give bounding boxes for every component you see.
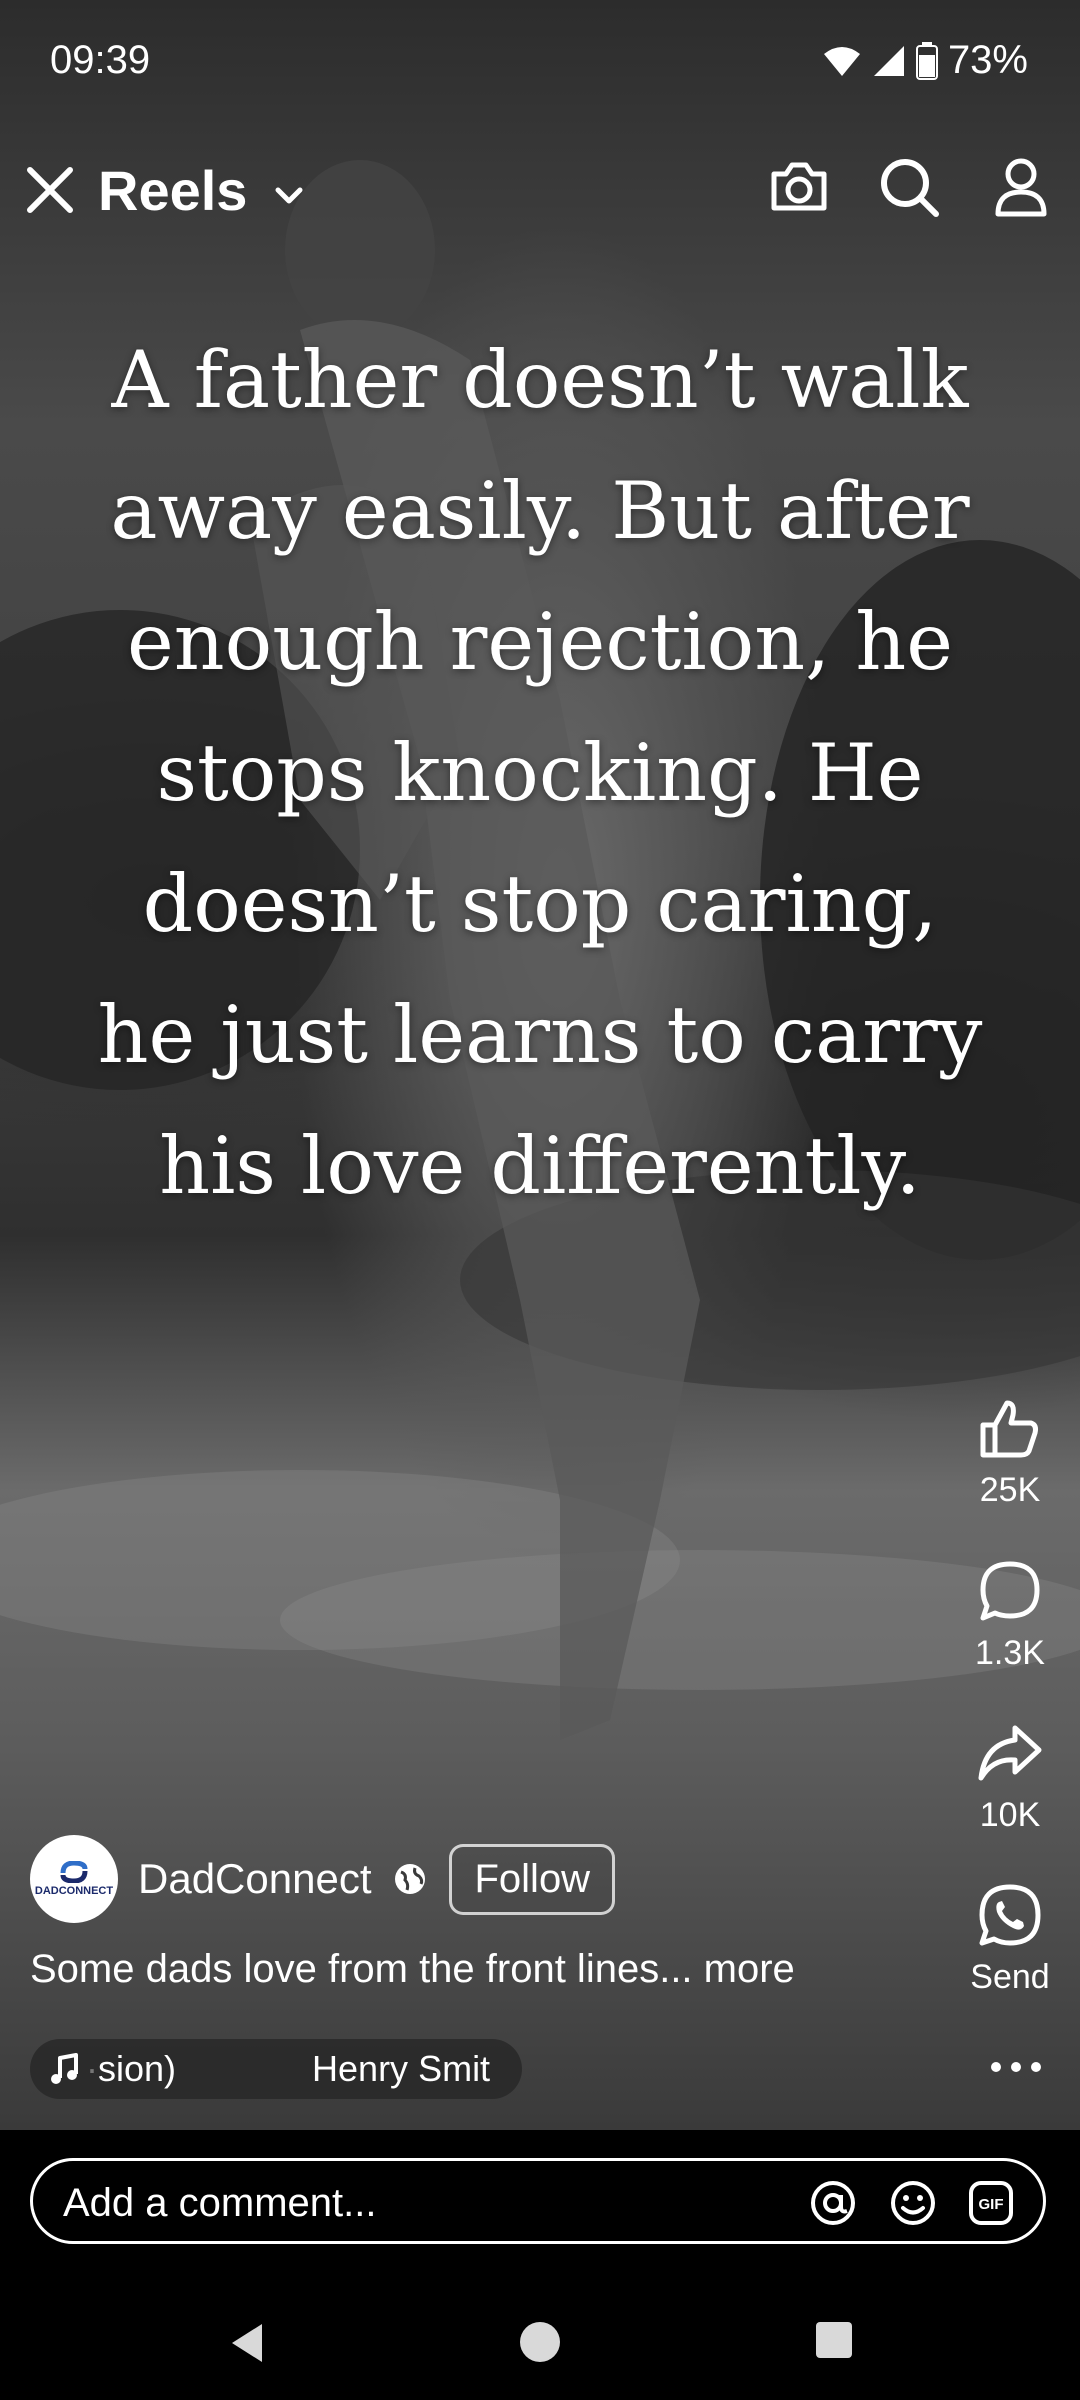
whatsapp-icon — [979, 1884, 1041, 1946]
comment-placeholder: Add a comment... — [63, 2181, 377, 2225]
author-name[interactable]: DadConnect — [138, 1855, 371, 1903]
reel-quote-text: A father doesn’t walk away easily. But a… — [40, 315, 1040, 1232]
author-row: DADCONNECT DadConnect Follow — [30, 1834, 616, 1924]
send-button[interactable]: Send — [950, 1882, 1070, 1997]
music-text-b: Henry Smit — [312, 2048, 491, 2089]
search-icon[interactable] — [876, 154, 942, 220]
comment-icon — [980, 1561, 1040, 1621]
reels-title[interactable]: Reels — [98, 158, 247, 223]
avatar-text: DADCONNECT — [34, 1885, 114, 1897]
more-options-icon[interactable] — [988, 2055, 1044, 2079]
camera-icon[interactable] — [766, 154, 832, 220]
system-nav-bar — [0, 2290, 1080, 2400]
chevron-down-icon[interactable] — [272, 178, 306, 212]
reel-caption[interactable]: Some dads love from the front lines... m… — [30, 1947, 795, 1992]
close-icon[interactable] — [24, 164, 76, 216]
gif-icon[interactable]: GIF — [967, 2179, 1015, 2227]
battery-percent: 73% — [947, 38, 1028, 82]
signal-icon — [873, 45, 904, 76]
music-title: ·sion) Henry Smit — [86, 2048, 491, 2089]
music-pill[interactable]: ·sion) Henry Smit — [30, 2039, 522, 2099]
emoji-icon[interactable] — [889, 2179, 937, 2227]
comment-button[interactable]: 1.3K — [950, 1558, 1070, 1673]
avatar[interactable]: DADCONNECT — [30, 1835, 118, 1923]
quote-line: doesn’t stop caring, — [142, 858, 938, 950]
status-time: 09:39 — [50, 38, 151, 82]
svg-text:GIF: GIF — [979, 2196, 1004, 2213]
battery-icon — [915, 41, 938, 80]
home-icon[interactable] — [518, 2320, 562, 2364]
quote-line: enough rejection, he — [127, 596, 953, 688]
globe-icon — [395, 1864, 426, 1894]
status-icons: 73% — [822, 38, 1028, 83]
wifi-icon — [823, 46, 860, 76]
comment-input[interactable]: Add a comment... GIF — [30, 2158, 1046, 2244]
music-text-a: sion) — [98, 2048, 177, 2089]
like-button[interactable]: 25K — [950, 1395, 1070, 1510]
back-icon[interactable] — [226, 2320, 266, 2366]
reels-header: Reels — [0, 150, 1080, 240]
music-note-icon — [51, 2053, 78, 2084]
recents-icon[interactable] — [814, 2320, 854, 2360]
follow-button[interactable]: Follow — [449, 1843, 616, 1915]
comment-count: 1.3K — [975, 1634, 1045, 1672]
quote-line: A father doesn’t walk — [111, 334, 969, 426]
quote-line: stops knocking. He — [156, 727, 924, 819]
quote-line: he just learns to carry — [97, 989, 983, 1081]
profile-icon[interactable] — [988, 154, 1054, 220]
like-count: 25K — [979, 1471, 1041, 1509]
share-button[interactable]: 10K — [950, 1720, 1070, 1835]
quote-line: his love differently. — [159, 1120, 921, 1212]
thumbs-up-icon — [980, 1400, 1038, 1458]
status-bar: 09:39 73% — [0, 0, 1080, 120]
dadconnect-logo-icon — [60, 1861, 88, 1883]
share-icon — [978, 1725, 1042, 1781]
mention-icon[interactable] — [809, 2179, 857, 2227]
send-label: Send — [970, 1958, 1050, 1996]
quote-line: away easily. But after — [110, 465, 970, 557]
share-count: 10K — [979, 1796, 1041, 1834]
